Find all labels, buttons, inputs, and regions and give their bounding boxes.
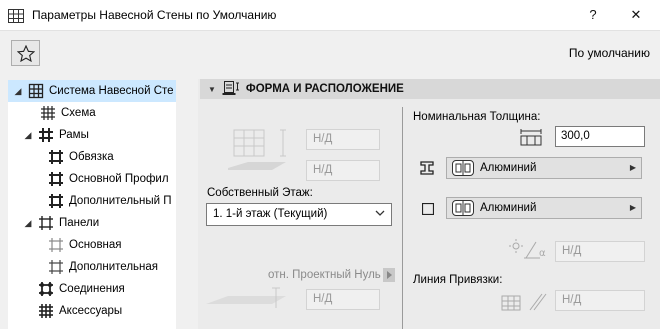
title-bar: Параметры Навесной Стены по Умолчанию ? … <box>0 0 660 31</box>
curtain-wall-height-icon <box>228 126 290 183</box>
tree-item-label: Основная <box>69 239 122 251</box>
section-title: ФОРМА И РАСПОЛОЖЕНИЕ <box>245 83 404 95</box>
tree-item-label: Дополнительный П <box>69 195 172 207</box>
material-swatch-icon <box>452 160 474 176</box>
tree-item-label: Дополнительная <box>69 261 158 273</box>
material-swatch-icon <box>452 200 474 216</box>
additional-panel-icon <box>48 259 64 275</box>
panel-material-label: Алюминий <box>480 202 537 214</box>
favorites-button[interactable] <box>11 40 40 66</box>
help-button[interactable]: ? <box>583 5 603 25</box>
tree-item-additional-panel[interactable]: Дополнительная <box>48 256 158 278</box>
svg-text:α: α <box>539 248 546 259</box>
slant-angle-field[interactable]: Н/Д <box>555 241 645 262</box>
tree-item-junctions[interactable]: Соединения <box>38 278 125 300</box>
frame-material-button[interactable]: Алюминий ▶ <box>446 157 642 179</box>
main-profile-icon <box>48 171 64 187</box>
nominal-thickness-input[interactable]: 300,0 <box>555 126 645 147</box>
reference-line-label: Линия Привязки: <box>413 274 503 286</box>
tree-item-label: Система Навесной Сте <box>49 85 174 97</box>
height-field[interactable]: Н/Д <box>306 129 380 150</box>
frame-material-label: Алюминий <box>480 162 537 174</box>
window-title: Параметры Навесной Стены по Умолчанию <box>32 8 277 22</box>
tree-item-frames[interactable]: ◢ Рамы <box>22 124 89 146</box>
nominal-thickness-label: Номинальная Толщина: <box>413 111 541 123</box>
boundary-frame-icon <box>48 149 64 165</box>
slant-angle-icon: α <box>508 238 548 263</box>
frames-icon <box>38 127 54 143</box>
tree-item-curtain-wall-system[interactable]: ◢ Система Навесной Сте <box>8 80 176 102</box>
tree-item-main-panel[interactable]: Основная <box>48 234 122 256</box>
default-label: По умолчанию <box>568 46 650 60</box>
tree-item-label: Рамы <box>59 129 89 141</box>
reference-line-field[interactable]: Н/Д <box>555 290 645 311</box>
tree-item-accessories[interactable]: Аксессуары <box>38 300 122 322</box>
home-story-label: Собственный Этаж: <box>207 187 313 199</box>
tree-item-label: Схема <box>61 107 96 119</box>
home-story-value: 1. 1-й этаж (Текущий) <box>213 208 328 220</box>
collapse-arrow-icon[interactable]: ◢ <box>22 218 34 229</box>
star-icon <box>16 44 35 62</box>
tree-item-boundary-frame[interactable]: Обвязка <box>48 146 114 168</box>
thickness-icon <box>517 128 545 151</box>
accessories-icon <box>38 303 54 319</box>
tree-item-label: Панели <box>59 217 100 229</box>
reference-level-label: отн. Проектный Нуль <box>268 269 381 281</box>
junctions-icon <box>38 281 54 297</box>
additional-profile-icon <box>48 193 64 209</box>
base-offset-field[interactable]: Н/Д <box>306 160 380 181</box>
tree-item-panels[interactable]: ◢ Панели <box>22 212 99 234</box>
tree-item-label: Аксессуары <box>59 305 123 317</box>
chevron-down-icon <box>375 208 385 220</box>
curtain-wall-app-icon <box>8 9 24 26</box>
collapse-arrow-icon[interactable]: ▼ <box>208 85 216 94</box>
panel-material-button[interactable]: Алюминий ▶ <box>446 197 642 219</box>
home-story-select[interactable]: 1. 1-й этаж (Текущий) <box>206 203 392 226</box>
panel-material-icon <box>421 202 435 218</box>
expand-arrow-icon: ▶ <box>629 163 636 172</box>
close-button[interactable]: ✕ <box>626 5 646 25</box>
tree-item-scheme[interactable]: Схема <box>30 102 96 124</box>
curtain-wall-icon <box>28 83 44 99</box>
tree-item-label: Основной Профил <box>69 173 169 185</box>
reference-line-icon <box>500 290 550 315</box>
column-divider <box>402 107 403 329</box>
section-header[interactable]: ▼ ФОРМА И РАСПОЛОЖЕНИЕ <box>200 79 660 99</box>
reference-offset-field[interactable]: Н/Д <box>306 289 380 310</box>
tree-item-main-profile[interactable]: Основной Профил <box>48 168 169 190</box>
settings-tree: ◢ Система Навесной Сте Схема ◢ Рамы Обвя… <box>8 80 176 329</box>
tree-item-additional-profile[interactable]: Дополнительный П <box>48 190 172 212</box>
panels-icon <box>38 215 54 231</box>
expand-arrow-icon: ▶ <box>629 203 636 212</box>
grid-scheme-icon <box>40 105 56 121</box>
reference-offset-icon <box>206 286 296 315</box>
collapse-arrow-icon[interactable]: ◢ <box>22 130 34 141</box>
frame-material-icon <box>419 160 435 179</box>
tree-item-label: Обвязка <box>69 151 114 163</box>
main-panel-icon <box>48 237 64 253</box>
reference-level-arrow-icon[interactable] <box>383 268 395 282</box>
collapse-arrow-icon[interactable]: ◢ <box>12 86 24 97</box>
shape-position-icon <box>222 80 240 99</box>
tree-item-label: Соединения <box>59 283 125 295</box>
